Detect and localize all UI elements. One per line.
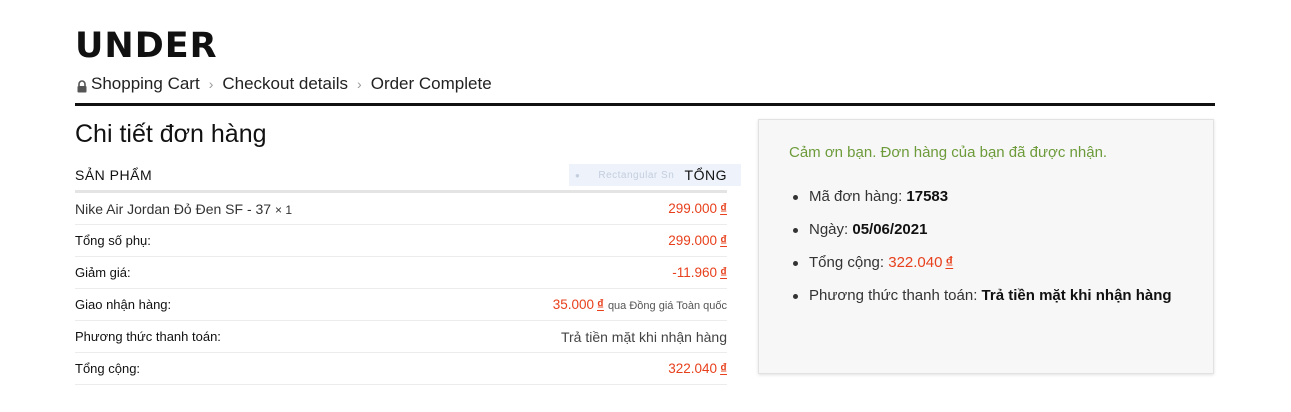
currency-symbol: ₫ xyxy=(720,201,727,216)
brand-logo[interactable]: UNDER xyxy=(75,26,218,66)
table-row-discount: Giảm giá: -11.960 ₫ xyxy=(75,257,727,289)
currency-symbol: ₫ xyxy=(597,297,604,312)
column-header-total: TỔNG xyxy=(684,167,727,183)
payment-label: Phương thức thanh toán: xyxy=(75,329,221,344)
subtotal-value: 299.000 ₫ xyxy=(668,233,727,248)
table-row-item: Nike Air Jordan Đỏ Đen SF - 37 × 1 299.0… xyxy=(75,193,727,225)
product-cell: Nike Air Jordan Đỏ Đen SF - 37 × 1 xyxy=(75,201,292,217)
breadcrumb-checkout-details[interactable]: Checkout details xyxy=(222,74,348,94)
total-label: Tổng cộng: xyxy=(75,361,141,376)
chevron-right-icon: › xyxy=(357,76,362,92)
order-summary-panel: Cảm ơn bạn. Đơn hàng của bạn đã được nhậ… xyxy=(758,119,1214,374)
order-date-label: Ngày: xyxy=(809,221,849,238)
payment-method-item: Phương thức thanh toán: Trả tiền mặt khi… xyxy=(791,284,1191,308)
breadcrumb-shopping-cart[interactable]: Shopping Cart xyxy=(91,74,200,94)
product-quantity: × 1 xyxy=(274,202,292,217)
lock-icon xyxy=(76,78,88,92)
order-number-value: 17583 xyxy=(906,188,949,205)
payment-method-value: Trả tiền mặt khi nhận hàng xyxy=(981,287,1172,304)
snip-overlay-label: Rectangular Sn xyxy=(598,169,675,181)
total-value: 322.040 ₫ xyxy=(668,361,727,376)
discount-amount: -11.960 xyxy=(672,265,718,280)
payment-method-label: Phương thức thanh toán: xyxy=(809,287,978,304)
currency-symbol: ₫ xyxy=(720,233,727,248)
currency-symbol: ₫ xyxy=(945,254,954,271)
breadcrumb-order-complete[interactable]: Order Complete xyxy=(371,74,492,94)
table-row-total: Tổng cộng: 322.040 ₫ xyxy=(75,353,727,385)
order-details-table: SẢN PHẨM ● Rectangular Sn TỔNG Nike Air … xyxy=(75,160,741,385)
product-link[interactable]: Nike Air Jordan Đỏ Đen SF - 37 xyxy=(75,201,271,217)
header-divider xyxy=(75,103,1215,106)
table-row-shipping: Giao nhận hàng: 35.000 ₫ qua Đồng giá Toàn… xyxy=(75,289,727,321)
discount-value: -11.960 ₫ xyxy=(672,265,727,280)
item-total: 299.000 ₫ xyxy=(668,201,727,216)
table-row-subtotal: Tổng số phụ: 299.000 ₫ xyxy=(75,225,727,257)
column-header-product: SẢN PHẨM xyxy=(75,167,153,183)
shipping-value: 35.000 ₫ qua Đồng giá Toàn quốc xyxy=(553,297,727,312)
shipping-method-note: qua Đồng giá Toàn quốc xyxy=(607,300,727,312)
currency-symbol: ₫ xyxy=(720,265,727,280)
order-total-amount: 322.040 xyxy=(888,254,943,271)
checkout-breadcrumb: Shopping Cart › Checkout details › Order… xyxy=(76,73,492,95)
order-overview-list: Mã đơn hàng: 17583 Ngày: 05/06/2021 Tổng… xyxy=(791,185,1191,317)
order-details-title: Chi tiết đơn hàng xyxy=(75,120,267,148)
shipping-label: Giao nhận hàng: xyxy=(75,297,172,312)
currency-symbol: ₫ xyxy=(720,361,727,376)
shipping-amount: 35.000 xyxy=(552,297,594,312)
snip-dot-icon: ● xyxy=(575,170,581,180)
order-date-value: 05/06/2021 xyxy=(852,221,928,238)
discount-label: Giảm giá: xyxy=(75,265,131,280)
table-row-payment: Phương thức thanh toán: Trả tiền mặt khi… xyxy=(75,321,727,353)
table-header: SẢN PHẨM ● Rectangular Sn TỔNG xyxy=(75,160,741,193)
item-amount: 299.000 xyxy=(668,201,718,216)
payment-value: Trả tiền mặt khi nhận hàng xyxy=(560,328,727,345)
order-number-label: Mã đơn hàng: xyxy=(809,188,903,205)
subtotal-amount: 299.000 xyxy=(668,233,718,248)
total-amount: 322.040 xyxy=(668,361,718,376)
subtotal-label: Tổng số phụ: xyxy=(75,233,151,248)
order-total-label: Tổng cộng: xyxy=(809,254,885,271)
order-date-item: Ngày: 05/06/2021 xyxy=(791,218,1191,242)
order-number-item: Mã đơn hàng: 17583 xyxy=(791,185,1191,209)
order-total-value: 322.040 ₫ xyxy=(888,254,953,271)
order-total-item: Tổng cộng: 322.040 ₫ xyxy=(791,251,1191,275)
thank-you-message: Cảm ơn bạn. Đơn hàng của bạn đã được nhậ… xyxy=(789,144,1108,161)
chevron-right-icon: › xyxy=(208,76,214,92)
